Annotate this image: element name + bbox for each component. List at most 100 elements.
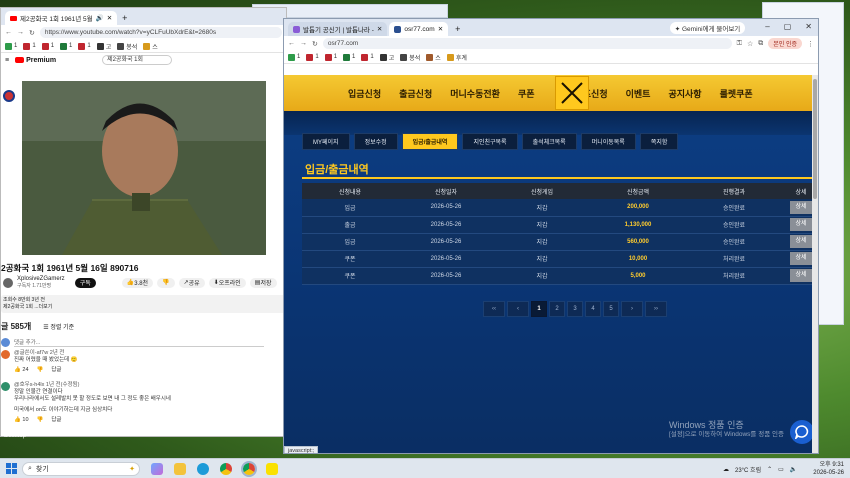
tray-chevron-icon[interactable]: ⌃ [767,466,772,473]
chrome-active-icon[interactable] [241,460,257,477]
sort-button[interactable]: ☰ 정렬 기준 [43,322,74,331]
bookmark-item[interactable]: 1 [60,42,72,50]
tab-history[interactable]: 입금/출금내역 [401,133,459,150]
channel-avatar[interactable] [3,277,13,288]
reload-icon[interactable]: ↻ [312,40,318,48]
page-3[interactable]: 3 [567,301,583,317]
bookmark-item[interactable]: 1 [288,53,300,61]
video-player[interactable] [22,81,266,255]
forward-icon[interactable]: → [17,29,24,36]
subscribe-button[interactable]: 구독 [74,277,96,288]
share-button[interactable]: ↗ 공유 [178,277,205,288]
page-prev[interactable]: ‹ [507,301,529,317]
page-next[interactable]: › [621,301,643,317]
profile-button[interactable]: 본인 인증 [768,38,802,49]
volume-icon[interactable]: 🔈 [790,466,797,473]
bookmark-item[interactable]: 고 [96,42,111,51]
page-last[interactable]: ›› [645,301,667,317]
comment-author[interactable]: @글쓴이-af7w 2년 전 [14,350,78,357]
nav-event[interactable]: 이벤트 [626,87,651,100]
detail-button[interactable]: 상세 [790,200,812,214]
nav-deposit[interactable]: 입금신청 [348,87,381,100]
gemini-button[interactable]: ✦ Gemini에게 물어보기 [669,22,746,34]
download-button[interactable]: ⬇ 오프라인 [208,277,246,288]
tab-friends[interactable]: 지인친구목록 [462,133,518,150]
add-comment-input[interactable]: 댓글 추가... [14,338,264,347]
page-1[interactable]: 1 [531,301,547,317]
description-box[interactable]: 조회수 8만회 3년 전 제2공화국 1회 ...더보기 [1,295,286,313]
scrollbar[interactable] [812,75,818,453]
chrome-icon[interactable] [220,462,232,475]
bookmark-item[interactable]: 고 [379,53,394,62]
bookmark-item[interactable]: 스 [426,53,441,62]
tab-osr77[interactable]: osr77.com ✕ [389,22,449,36]
page-4[interactable]: 4 [585,301,601,317]
comment-author[interactable]: @호우s-h4lx 1년 전(수정됨) [14,382,171,389]
comment-like-button[interactable]: 👍 24 [14,367,29,374]
avatar[interactable] [3,90,15,102]
youtube-logo[interactable]: Premium [15,57,56,64]
nav-roulette[interactable]: 룰렛쿠폰 [720,87,753,100]
comment-dislike-icon[interactable]: 👎 [37,367,44,374]
scrollbar-thumb[interactable] [813,79,817,199]
bookmark-item[interactable]: 1 [41,42,54,50]
detail-button[interactable]: 상세 [790,235,812,248]
youtube-search-input[interactable]: 제2공화국 1회 [102,55,173,65]
save-button[interactable]: ▤ 저장 [249,277,277,288]
reply-button[interactable]: 답글 [51,367,61,374]
close-tab-icon[interactable]: ✕ [107,14,112,22]
extensions-icon[interactable]: ⧉ [758,40,763,48]
tab-mypage[interactable]: MY페이지 [302,133,350,150]
clock[interactable]: 오후 9:31 2026-05-26 [813,461,844,477]
bookmark-item[interactable]: 1 [23,42,36,50]
bookmark-item[interactable]: 1 [361,53,374,61]
nav-notice[interactable]: 공지사항 [668,87,701,100]
maximize-icon[interactable]: ▢ [784,22,792,34]
bookmark-star-icon[interactable]: ☆ [747,40,753,48]
tab-sticker[interactable]: 발톱기 공신기 | 발톱나라 - ✕ [288,22,388,36]
detail-button[interactable]: 상세 [790,218,812,231]
tab-edit-info[interactable]: 정보수정 [353,133,398,150]
tab-money-move[interactable]: 머니이동목록 [580,133,636,150]
reload-icon[interactable]: ↻ [29,29,35,37]
kakaotalk-icon[interactable] [266,462,278,475]
new-tab-icon[interactable]: + [122,11,127,25]
bookmark-item[interactable]: 1 [324,53,337,61]
menu-dots-icon[interactable]: ⋮ [807,40,814,48]
bookmark-item[interactable]: 1 [5,42,17,50]
page-2[interactable]: 2 [549,301,565,317]
nav-withdraw[interactable]: 출금신청 [399,87,432,100]
file-explorer-icon[interactable] [174,462,186,475]
page-first[interactable]: ‹‹ [483,301,505,317]
bookmark-item[interactable]: 후계 [446,53,467,62]
address-bar[interactable]: https://www.youtube.com/watch?v=yCLFuUbX… [39,27,282,38]
detail-button[interactable]: 상세 [790,269,812,282]
close-tab-icon[interactable]: ✕ [377,25,382,33]
weather-text[interactable]: 23°C 흐림 [735,465,761,474]
dislike-button[interactable]: 👎 [157,277,175,288]
taskview-icon[interactable] [151,462,163,475]
bookmark-item[interactable]: 봉석 [400,53,420,62]
back-icon[interactable]: ← [5,29,12,36]
nav-money-convert[interactable]: 머니수동전환 [450,87,500,100]
back-icon[interactable]: ← [288,40,295,47]
detail-button[interactable]: 상세 [790,252,812,265]
network-icon[interactable]: ▭ [778,466,784,473]
like-button[interactable]: 👍 3.8천 [121,277,154,288]
address-bar[interactable]: osr77.com [322,38,732,49]
bookmark-item[interactable]: 1 [306,53,319,61]
comment-dislike-icon[interactable]: 👎 [37,417,44,424]
bookmark-item[interactable]: 봉석 [117,42,137,51]
bookmark-item[interactable]: 1 [78,42,91,50]
tab-youtube[interactable]: 제2공화국 1회 1961년 5월 🔊 ✕ [5,11,118,25]
tab-messages[interactable]: 쪽지함 [639,133,679,150]
reply-button[interactable]: 답글 [51,417,61,424]
chat-button[interactable] [790,420,814,444]
taskbar-search[interactable]: ⌕ 찾기 ✦ [22,461,140,476]
minimize-icon[interactable]: – [765,22,769,34]
close-overlay-button[interactable] [555,76,589,110]
new-tab-icon[interactable]: + [455,22,460,36]
edge-icon[interactable] [197,462,209,475]
start-button[interactable] [6,463,17,474]
tab-attendance[interactable]: 출석체크목록 [521,133,577,150]
